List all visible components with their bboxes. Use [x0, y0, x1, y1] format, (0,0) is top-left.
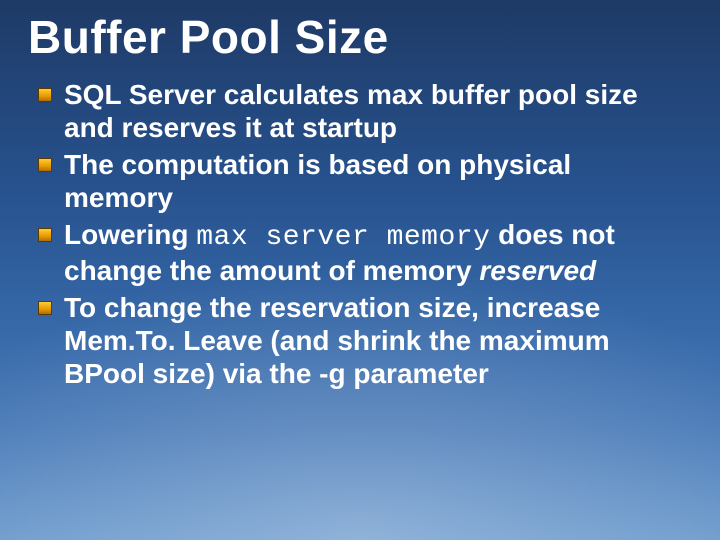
slide-title: Buffer Pool Size	[28, 10, 692, 64]
bullet-text: SQL Server calculates max buffer pool si…	[64, 79, 638, 143]
bullet-text-pre: Lowering	[64, 219, 196, 250]
bullet-text: The computation is based on physical mem…	[64, 149, 571, 213]
slide: Buffer Pool Size SQL Server calculates m…	[0, 0, 720, 540]
bullet-item: The computation is based on physical mem…	[38, 148, 686, 214]
bullet-item: SQL Server calculates max buffer pool si…	[38, 78, 686, 144]
bullet-code: max server memory	[196, 222, 490, 253]
bullet-list: SQL Server calculates max buffer pool si…	[28, 78, 692, 390]
bullet-item: To change the reservation size, increase…	[38, 291, 686, 390]
bullet-text: To change the reservation size, increase…	[64, 292, 610, 389]
bullet-emph: reserved	[479, 255, 596, 286]
bullet-item: Lowering max server memory does not chan…	[38, 218, 686, 287]
